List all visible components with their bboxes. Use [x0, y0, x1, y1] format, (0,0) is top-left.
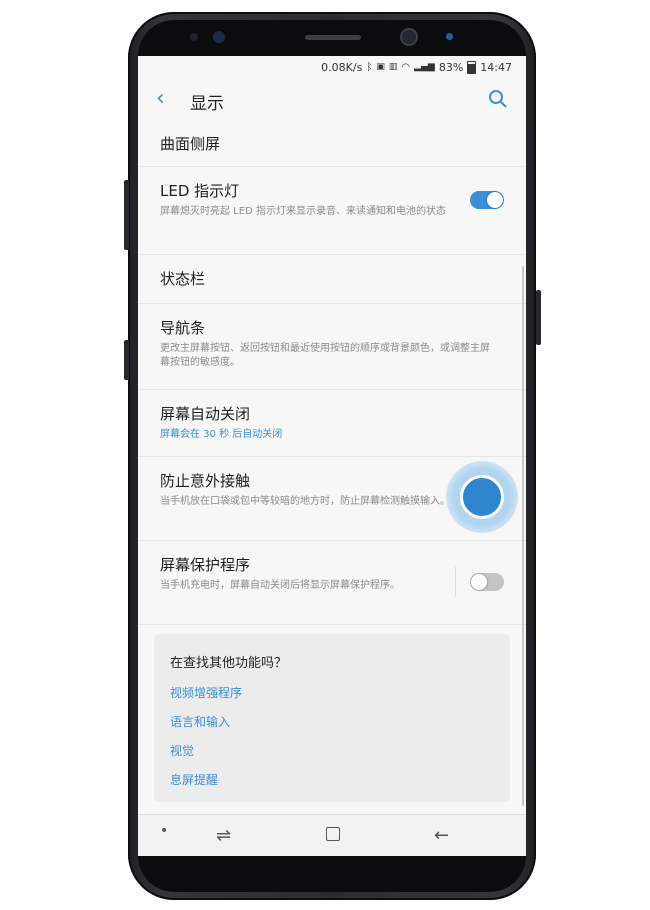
setting-navigation-bar[interactable]: 导航条 更改主屏幕按钮、返回按钮和最近使用按钮的顺序或背景颜色，或调整主屏幕按钮… — [138, 304, 526, 390]
divider — [455, 567, 456, 597]
battery-icon — [467, 60, 477, 74]
link-video-enhancer[interactable]: 视频增强程序 — [170, 684, 242, 701]
link-always-on-display[interactable]: 息屏提醒 — [170, 771, 218, 788]
led-indicator-toggle[interactable] — [470, 191, 504, 209]
toggle-knob — [471, 574, 487, 590]
navigation-bar: • ⇌ ← — [138, 814, 526, 856]
recent-apps-icon[interactable]: ⇌ — [216, 825, 231, 846]
setting-title: 曲面侧屏 — [160, 135, 221, 153]
setting-screen-saver[interactable]: 屏幕保护程序 当手机充电时，屏幕自动关闭后将显示屏幕保护程序。 — [138, 541, 526, 625]
bixby-button — [124, 340, 129, 380]
suggestions-title: 在查找其他功能吗？ — [170, 656, 288, 671]
toggle-knob — [487, 192, 503, 208]
battery-percent: 83% — [438, 60, 464, 74]
suggestions-card: 在查找其他功能吗？ 视频增强程序 语言和输入 视觉 息屏提醒 — [154, 634, 510, 802]
link-vision[interactable]: 视觉 — [170, 742, 194, 759]
nfc-icon: ▣ — [376, 62, 385, 72]
signal-icon: ▂▄▆ — [414, 62, 435, 72]
volume-button — [124, 180, 129, 250]
bottom-bezel — [138, 856, 526, 892]
setting-description: 屏幕熄灭时亮起 LED 指示灯来显示录音、来读通知和电池的状态 — [160, 206, 446, 217]
setting-description: 更改主屏幕按钮、返回按钮和最近使用按钮的顺序或背景颜色，或调整主屏幕按钮的敏感度… — [160, 343, 490, 368]
vibrate-icon: ▥ — [388, 62, 398, 72]
settings-list: 曲面侧屏 LED 指示灯 屏幕熄灭时亮起 LED 指示灯来显示录音、来读通知和电… — [138, 122, 526, 625]
setting-description: 当手机充电时，屏幕自动关闭后将显示屏幕保护程序。 — [160, 580, 400, 591]
touch-point — [460, 475, 504, 519]
back-chevron-icon[interactable]: ‹ — [156, 88, 165, 110]
setting-title: 屏幕自动关闭 — [160, 405, 251, 423]
iris-led-icon — [446, 33, 453, 40]
clock: 14:47 — [480, 60, 512, 74]
setting-description: 当手机放在口袋或包中等较暗的地方时，防止屏幕检测触摸输入。 — [160, 496, 450, 507]
bluetooth-icon: ᛒ — [366, 61, 373, 73]
setting-status-bar[interactable]: 状态栏 — [138, 255, 526, 304]
setting-title: 屏幕保护程序 — [160, 556, 251, 574]
setting-edge-screen[interactable]: 曲面侧屏 — [138, 122, 526, 167]
app-bar: ‹ 显示 — [138, 78, 526, 122]
setting-value: 屏幕会在 30 秒 后自动关闭 — [160, 429, 283, 440]
search-icon[interactable] — [488, 89, 508, 109]
front-camera-icon — [402, 30, 416, 44]
screen-saver-toggle[interactable] — [470, 573, 504, 591]
setting-title: 状态栏 — [160, 270, 206, 288]
setting-led-indicator[interactable]: LED 指示灯 屏幕熄灭时亮起 LED 指示灯来显示录音、来读通知和电池的状态 — [138, 167, 526, 255]
proximity-sensor-icon — [190, 33, 198, 41]
screen: 0.08K/s ᛒ ▣ ▥ ◠ ▂▄▆ 83% 14:47 ‹ 显示 曲面侧屏 … — [138, 56, 526, 856]
wifi-icon: ◠ — [401, 61, 411, 73]
home-button-icon[interactable] — [326, 827, 340, 841]
earpiece-speaker — [305, 35, 361, 40]
status-bar: 0.08K/s ᛒ ▣ ▥ ◠ ▂▄▆ 83% 14:47 — [321, 56, 512, 78]
power-button — [536, 290, 541, 345]
touch-indicator — [446, 461, 518, 533]
back-button-icon[interactable]: ← — [434, 825, 449, 846]
iris-scanner-icon — [213, 31, 225, 43]
setting-title: LED 指示灯 — [160, 182, 240, 200]
setting-title: 导航条 — [160, 319, 206, 337]
setting-screen-timeout[interactable]: 屏幕自动关闭 屏幕会在 30 秒 后自动关闭 — [138, 390, 526, 457]
network-speed: 0.08K/s — [321, 60, 363, 74]
nav-dot-icon[interactable]: • — [160, 823, 168, 839]
scrollbar[interactable] — [522, 266, 524, 806]
page-title: 显示 — [190, 94, 224, 114]
link-language-input[interactable]: 语言和输入 — [170, 713, 230, 730]
